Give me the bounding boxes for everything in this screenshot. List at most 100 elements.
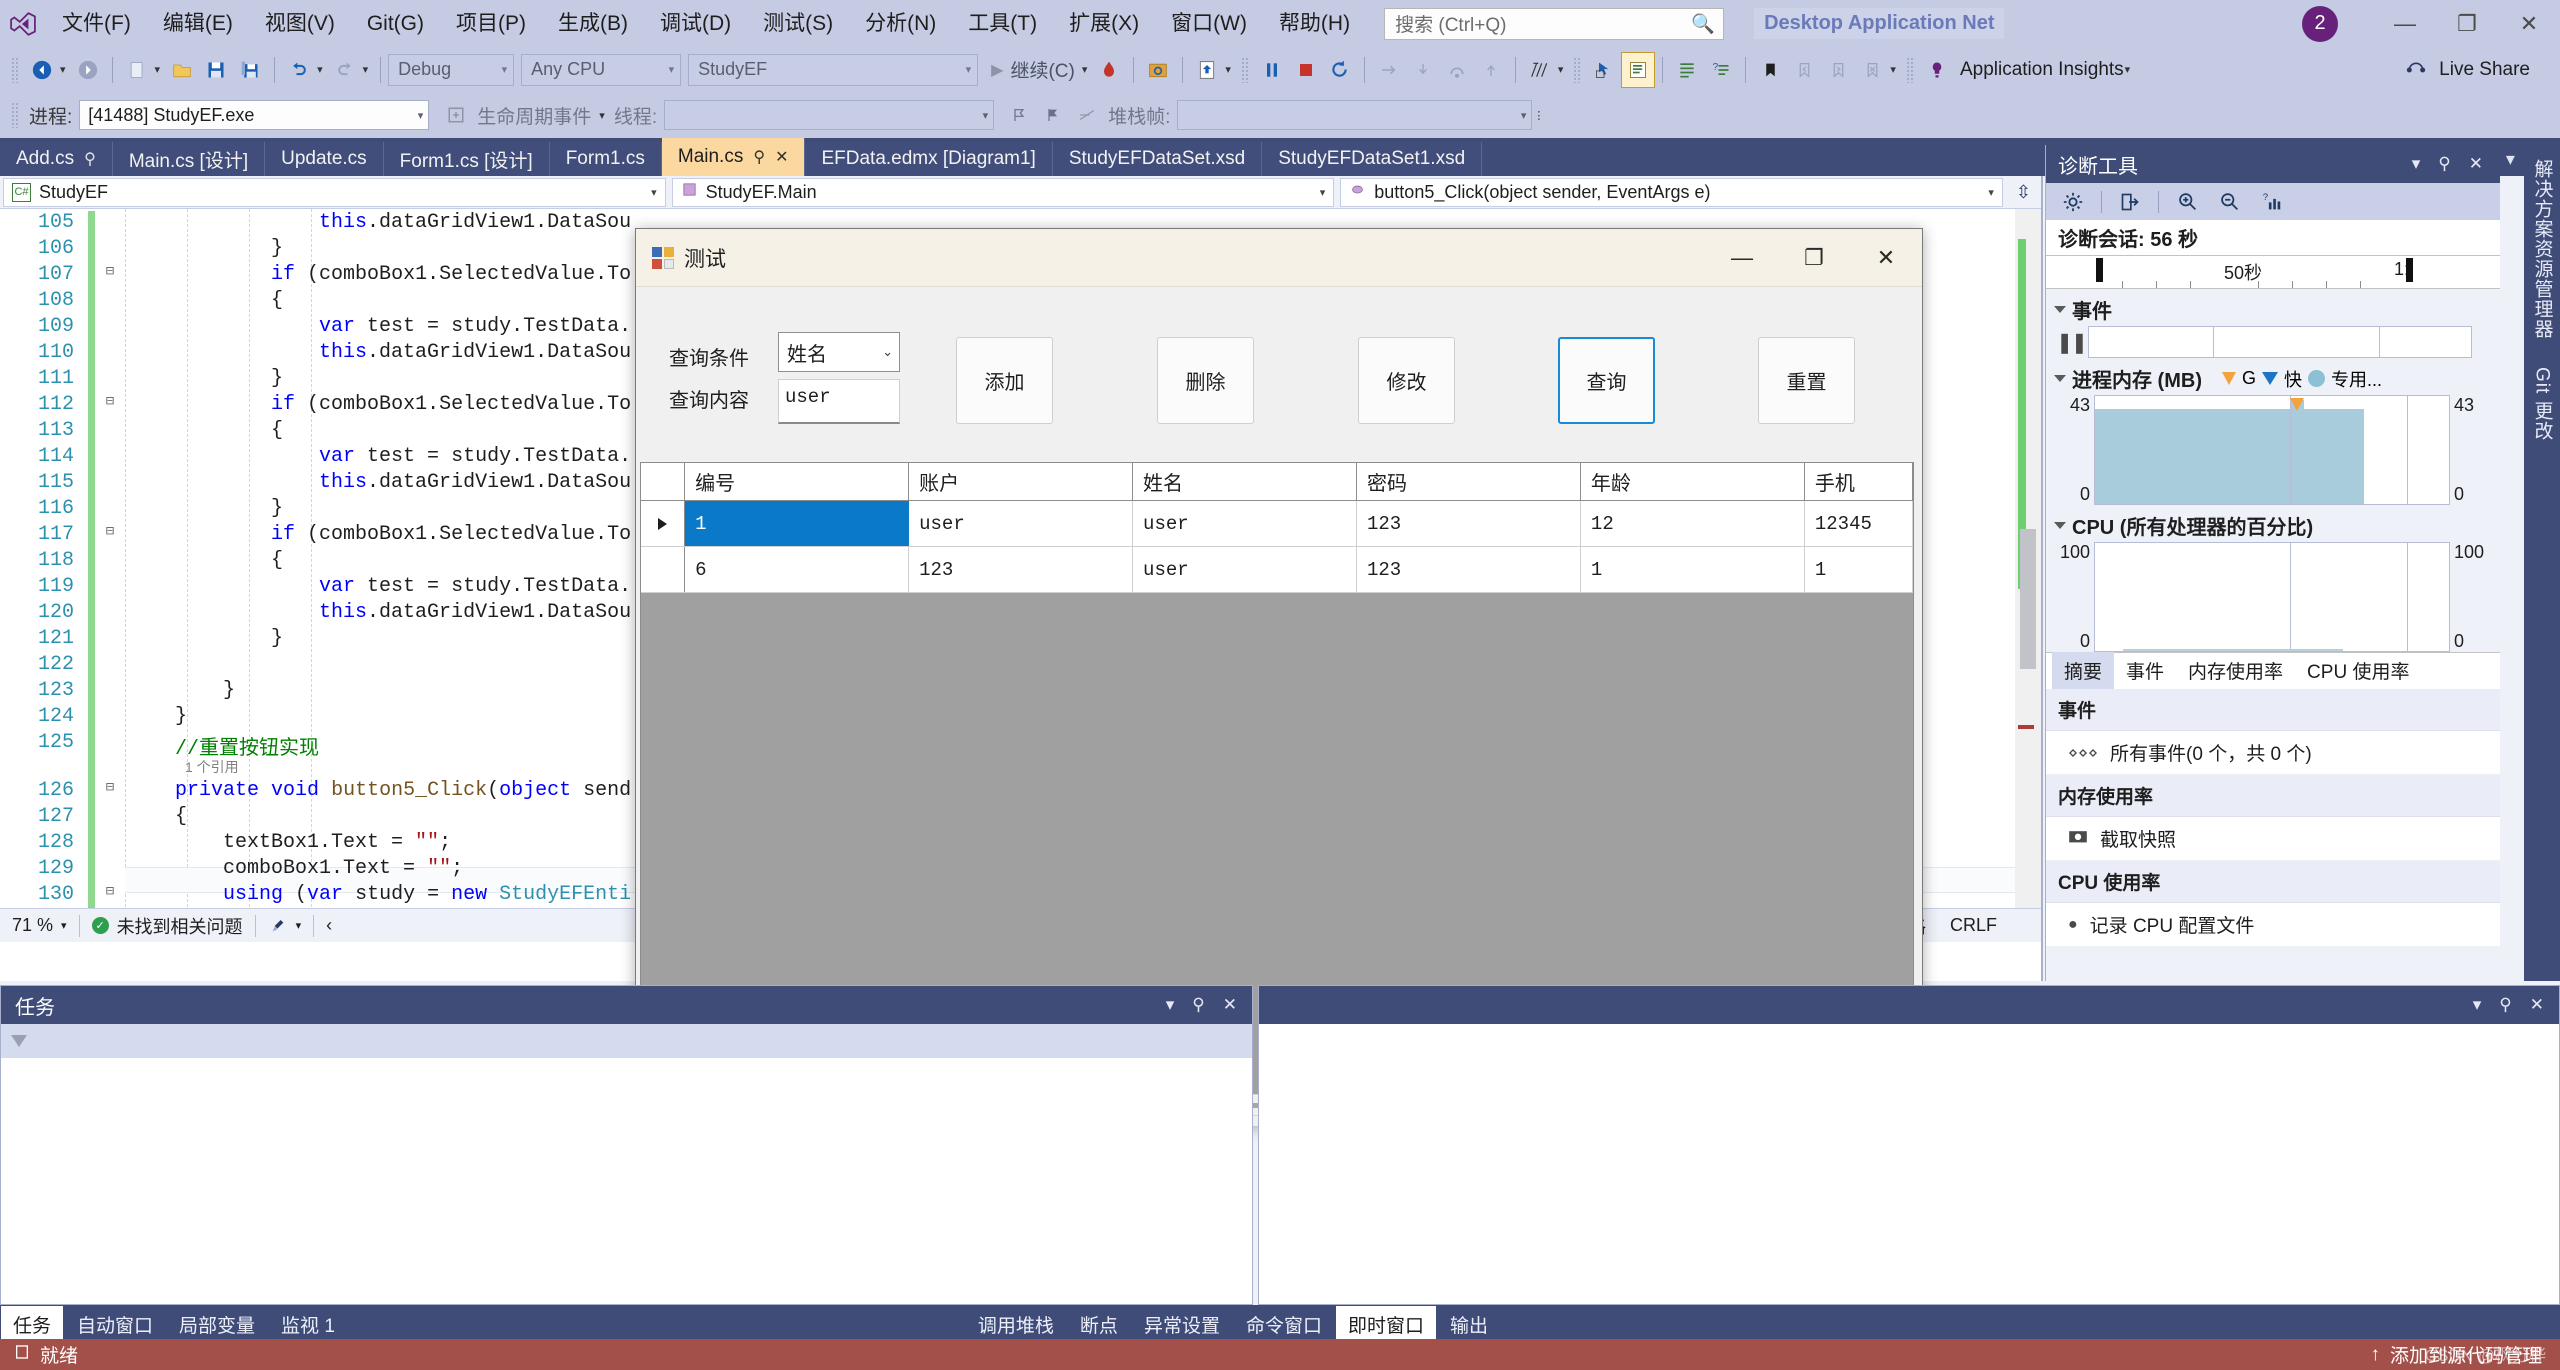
tab-events[interactable]: 事件 — [2114, 652, 2176, 689]
pin-icon[interactable]: ⚲ — [2429, 154, 2459, 174]
query-content-input[interactable]: user — [778, 379, 900, 424]
menu-analyze[interactable]: 分析(N) — [849, 0, 952, 47]
events-section-header[interactable]: 事件 — [2046, 289, 2500, 326]
tab-efdata-edmx[interactable]: EFData.edmx [Diagram1] — [805, 142, 1052, 176]
menu-view[interactable]: 视图(V) — [249, 0, 351, 47]
export-icon[interactable] — [2111, 187, 2149, 217]
show-threads-icon[interactable] — [1070, 97, 1104, 133]
app-insights-dropdown-icon[interactable]: ▾ — [2125, 63, 2131, 76]
zoom-in-icon[interactable] — [2168, 187, 2206, 217]
memory-section-header[interactable]: 进程内存 (MB) G 快 专用... — [2046, 358, 2500, 395]
outlining-glyph[interactable] — [95, 315, 125, 341]
outlining-glyph[interactable] — [95, 731, 125, 757]
outlining-glyph[interactable] — [95, 805, 125, 831]
tab-memory-usage[interactable]: 内存使用率 — [2176, 652, 2295, 689]
grid-cell-password[interactable]: 123 — [1357, 501, 1581, 546]
flag-filled-icon[interactable] — [1036, 97, 1070, 133]
dialog-minimize-button[interactable]: — — [1706, 229, 1778, 287]
bookmarks-dropdown-icon[interactable]: ▾ — [1890, 63, 1896, 76]
menu-window[interactable]: 窗口(W) — [1155, 0, 1263, 47]
step-into-icon[interactable] — [1406, 52, 1440, 88]
summary-item-take-snapshot[interactable]: 截取快照 — [2046, 817, 2500, 861]
thread-combo[interactable]: ▾ — [664, 100, 994, 130]
query-condition-combo[interactable]: 姓名 ⌄ — [778, 332, 900, 372]
stop-debugging-icon[interactable] — [1289, 52, 1323, 88]
grid-cell-password[interactable]: 123 — [1357, 547, 1581, 592]
restart-icon[interactable] — [1323, 52, 1357, 88]
pin-icon[interactable]: ⚲ — [753, 147, 765, 167]
events-track[interactable] — [2088, 326, 2472, 358]
stackframe-overflow-icon[interactable]: ⋮ — [1533, 109, 1544, 122]
edit-button[interactable]: 修改 — [1358, 337, 1455, 424]
outlining-glyph[interactable]: ⊟ — [95, 523, 125, 549]
continue-button[interactable]: ▶ 继续(C) — [985, 56, 1081, 83]
bottom-tab-locals[interactable]: 局部变量 — [167, 1306, 267, 1343]
navbar-member-combo[interactable]: button5_Click(object sender, EventArgs e… — [1340, 178, 2003, 207]
redo-icon[interactable] — [328, 52, 362, 88]
format-document-icon[interactable] — [1670, 52, 1704, 88]
panel-dropdown-icon[interactable]: ▾ — [2403, 154, 2430, 174]
next-bookmark-icon[interactable] — [1821, 52, 1855, 88]
outlining-glyph[interactable] — [95, 289, 125, 315]
close-icon[interactable]: ✕ — [2460, 154, 2492, 174]
debug-toolbar-grip[interactable] — [11, 102, 20, 128]
previous-bookmark-icon[interactable] — [1787, 52, 1821, 88]
undo-dropdown-icon[interactable]: ▾ — [317, 63, 323, 76]
window-restore-button[interactable]: ❐ — [2436, 0, 2498, 47]
grid-cell-id[interactable]: 1 — [685, 501, 909, 546]
navigate-forward-icon[interactable] — [71, 52, 105, 88]
toolbar-grip[interactable] — [11, 57, 20, 83]
menu-tools[interactable]: 工具(T) — [952, 0, 1053, 47]
process-combo[interactable]: [41488] StudyEF.exe ▾ — [79, 100, 429, 130]
outlining-glyph[interactable]: ⊟ — [95, 393, 125, 419]
grid-cell-age[interactable]: 1 — [1581, 547, 1805, 592]
bookmark-icon[interactable] — [1753, 52, 1787, 88]
code-cleanup-button[interactable]: ▾ — [256, 909, 314, 942]
grid-cell-age[interactable]: 12 — [1581, 501, 1805, 546]
vtab-git-changes[interactable]: Git 更改 — [2529, 367, 2556, 441]
outlining-glyph[interactable] — [95, 497, 125, 523]
select-element-icon[interactable] — [1587, 52, 1621, 88]
toolbar-grip-3[interactable] — [1573, 57, 1582, 83]
bottom-tab-output[interactable]: 输出 — [1438, 1306, 1500, 1343]
panel-dropdown-icon[interactable]: ▾ — [2464, 995, 2491, 1015]
table-row[interactable]: 6 123 user 123 1 1 — [641, 547, 1913, 593]
summary-item-all-events[interactable]: ⋄⋄⋄ 所有事件(0 个，共 0 个) — [2046, 731, 2500, 775]
grid-cell-name[interactable]: user — [1133, 501, 1357, 546]
tab-studyefdataset1-xsd[interactable]: StudyEFDataSet1.xsd — [1262, 142, 1482, 176]
bottom-tab-command-window[interactable]: 命令窗口 — [1234, 1306, 1334, 1343]
zoom-level-combo[interactable]: 71 % ▾ — [0, 909, 79, 942]
filter-icon[interactable] — [11, 1035, 27, 1047]
solution-platform-combo[interactable]: Any CPU ▾ — [521, 54, 681, 86]
bottom-tab-callstack[interactable]: 调用堆栈 — [966, 1306, 1066, 1343]
pin-icon[interactable]: ⚲ — [84, 149, 96, 169]
account-badge[interactable]: 2 — [2302, 6, 2338, 42]
pin-icon[interactable]: ⚲ — [1183, 995, 1213, 1015]
grid-column-header-age[interactable]: 年龄 — [1581, 463, 1805, 500]
close-icon[interactable]: ✕ — [1214, 995, 1246, 1015]
save-all-icon[interactable] — [233, 52, 267, 88]
undo-icon[interactable] — [282, 52, 316, 88]
outlining-glyph[interactable]: ⊟ — [95, 263, 125, 289]
grid-column-header-account[interactable]: 账户 — [909, 463, 1133, 500]
outlining-glyph[interactable] — [95, 601, 125, 627]
grid-row-header-current[interactable] — [641, 501, 685, 546]
stackframe-combo[interactable]: ▾ — [1177, 100, 1532, 130]
menu-edit[interactable]: 编辑(E) — [147, 0, 249, 47]
toolbar-grip-2[interactable] — [1241, 57, 1250, 83]
open-file-icon[interactable] — [165, 52, 199, 88]
outlining-glyph[interactable] — [95, 549, 125, 575]
bottom-tab-tasks[interactable]: 任务 — [1, 1306, 63, 1343]
table-row[interactable]: 1 user user 123 12 12345 — [641, 501, 1913, 547]
grid-cell-id[interactable]: 6 — [685, 547, 909, 592]
add-button[interactable]: 添加 — [956, 337, 1053, 424]
outlining-glyph[interactable] — [95, 679, 125, 705]
show-xaml-icon[interactable] — [1190, 52, 1224, 88]
scrollbar-thumb[interactable] — [2020, 529, 2036, 669]
search-input[interactable]: 搜索 (Ctrl+Q) 🔍 — [1384, 8, 1724, 40]
inspect-icon[interactable] — [1141, 52, 1175, 88]
line-numbers-dropdown-icon[interactable]: ▾ — [1558, 63, 1564, 76]
hot-reload-icon[interactable] — [1092, 52, 1126, 88]
outlining-glyph[interactable] — [95, 367, 125, 393]
toolbar-grip-4[interactable] — [1906, 57, 1915, 83]
